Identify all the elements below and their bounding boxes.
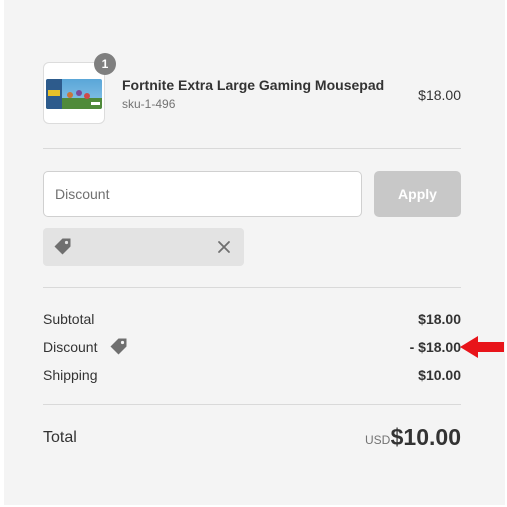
divider xyxy=(43,287,461,288)
currency-code: USD xyxy=(365,433,391,447)
divider xyxy=(43,148,461,149)
tag-icon xyxy=(53,237,73,262)
divider xyxy=(43,404,461,405)
total-value: $10.00 xyxy=(390,424,461,450)
total-label: Total xyxy=(43,429,77,446)
applied-discount-tag xyxy=(43,228,244,266)
shipping-value: $10.00 xyxy=(418,367,461,383)
red-arrow-icon xyxy=(459,334,505,365)
apply-discount-button[interactable]: Apply xyxy=(374,171,461,217)
product-name: Fortnite Extra Large Gaming Mousepad xyxy=(122,77,385,93)
subtotal-value: $18.00 xyxy=(418,311,461,327)
product-sku: sku-1-496 xyxy=(122,97,176,111)
shipping-label: Shipping xyxy=(43,367,98,383)
product-thumbnail xyxy=(43,62,105,124)
tag-icon xyxy=(109,337,129,362)
discount-code-input[interactable] xyxy=(43,171,362,217)
discount-value: - $18.00 xyxy=(409,339,461,355)
product-price: $18.00 xyxy=(418,87,461,103)
remove-discount-close-icon[interactable] xyxy=(214,237,234,257)
quantity-badge: 1 xyxy=(94,53,116,75)
product-image xyxy=(46,79,102,109)
subtotal-label: Subtotal xyxy=(43,311,95,327)
discount-label: Discount xyxy=(43,339,98,355)
